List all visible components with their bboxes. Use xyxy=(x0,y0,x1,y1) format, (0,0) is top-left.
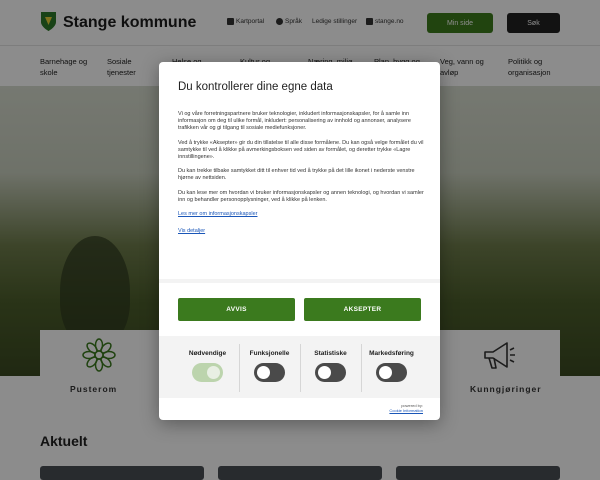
pref-label-functional: Funksjonelle xyxy=(249,350,290,357)
reject-button[interactable]: AVVIS xyxy=(178,298,295,321)
powered-by: powered by: Cookie Information xyxy=(389,403,423,413)
dialog-paragraph: Du kan trekke tilbake samtykket ditt til… xyxy=(178,168,415,182)
toggle-knob xyxy=(379,366,392,379)
divider xyxy=(159,279,440,283)
pref-marketing: Markedsføring xyxy=(361,350,422,382)
consent-preferences: Nødvendige Funksjonelle Statistiske Mark… xyxy=(159,336,440,398)
dialog-paragraph: Vi og våre forretningspartnere bruker te… xyxy=(178,111,411,132)
toggle-necessary[interactable] xyxy=(192,363,223,382)
cookie-consent-dialog: Du kontrollerer dine egne data Vi og vår… xyxy=(159,62,440,420)
toggle-marketing[interactable] xyxy=(376,363,407,382)
toggle-statistics[interactable] xyxy=(315,363,346,382)
reject-label: AVVIS xyxy=(226,306,247,313)
accept-label: AKSEPTER xyxy=(343,306,382,313)
pref-label-necessary: Nødvendige xyxy=(188,350,227,357)
cookie-information-link[interactable]: Cookie Information xyxy=(389,408,423,413)
pref-label-marketing: Markedsføring xyxy=(369,350,414,357)
read-more-link[interactable]: Les mer om informasjonskapsler xyxy=(178,211,424,218)
toggle-knob xyxy=(207,366,220,379)
show-details-link[interactable]: Vis detaljer xyxy=(178,228,424,235)
toggle-knob xyxy=(318,366,331,379)
pref-label-statistics: Statistiske xyxy=(314,350,347,357)
dialog-title: Du kontrollerer dine egne data xyxy=(178,81,333,93)
dialog-paragraph: Du kan lese mer om hvordan vi bruker inf… xyxy=(178,189,424,203)
accept-button[interactable]: AKSEPTER xyxy=(304,298,421,321)
dialog-paragraph: Ved å trykke «Aksepter» gir du din tilla… xyxy=(178,139,424,161)
pref-functional: Funksjonelle xyxy=(239,350,300,382)
toggle-knob xyxy=(257,366,270,379)
pref-necessary: Nødvendige xyxy=(177,350,238,382)
pref-statistics: Statistiske xyxy=(300,350,361,382)
dialog-body: Vi og våre forretningspartnere bruker te… xyxy=(178,111,424,245)
toggle-functional[interactable] xyxy=(254,363,285,382)
